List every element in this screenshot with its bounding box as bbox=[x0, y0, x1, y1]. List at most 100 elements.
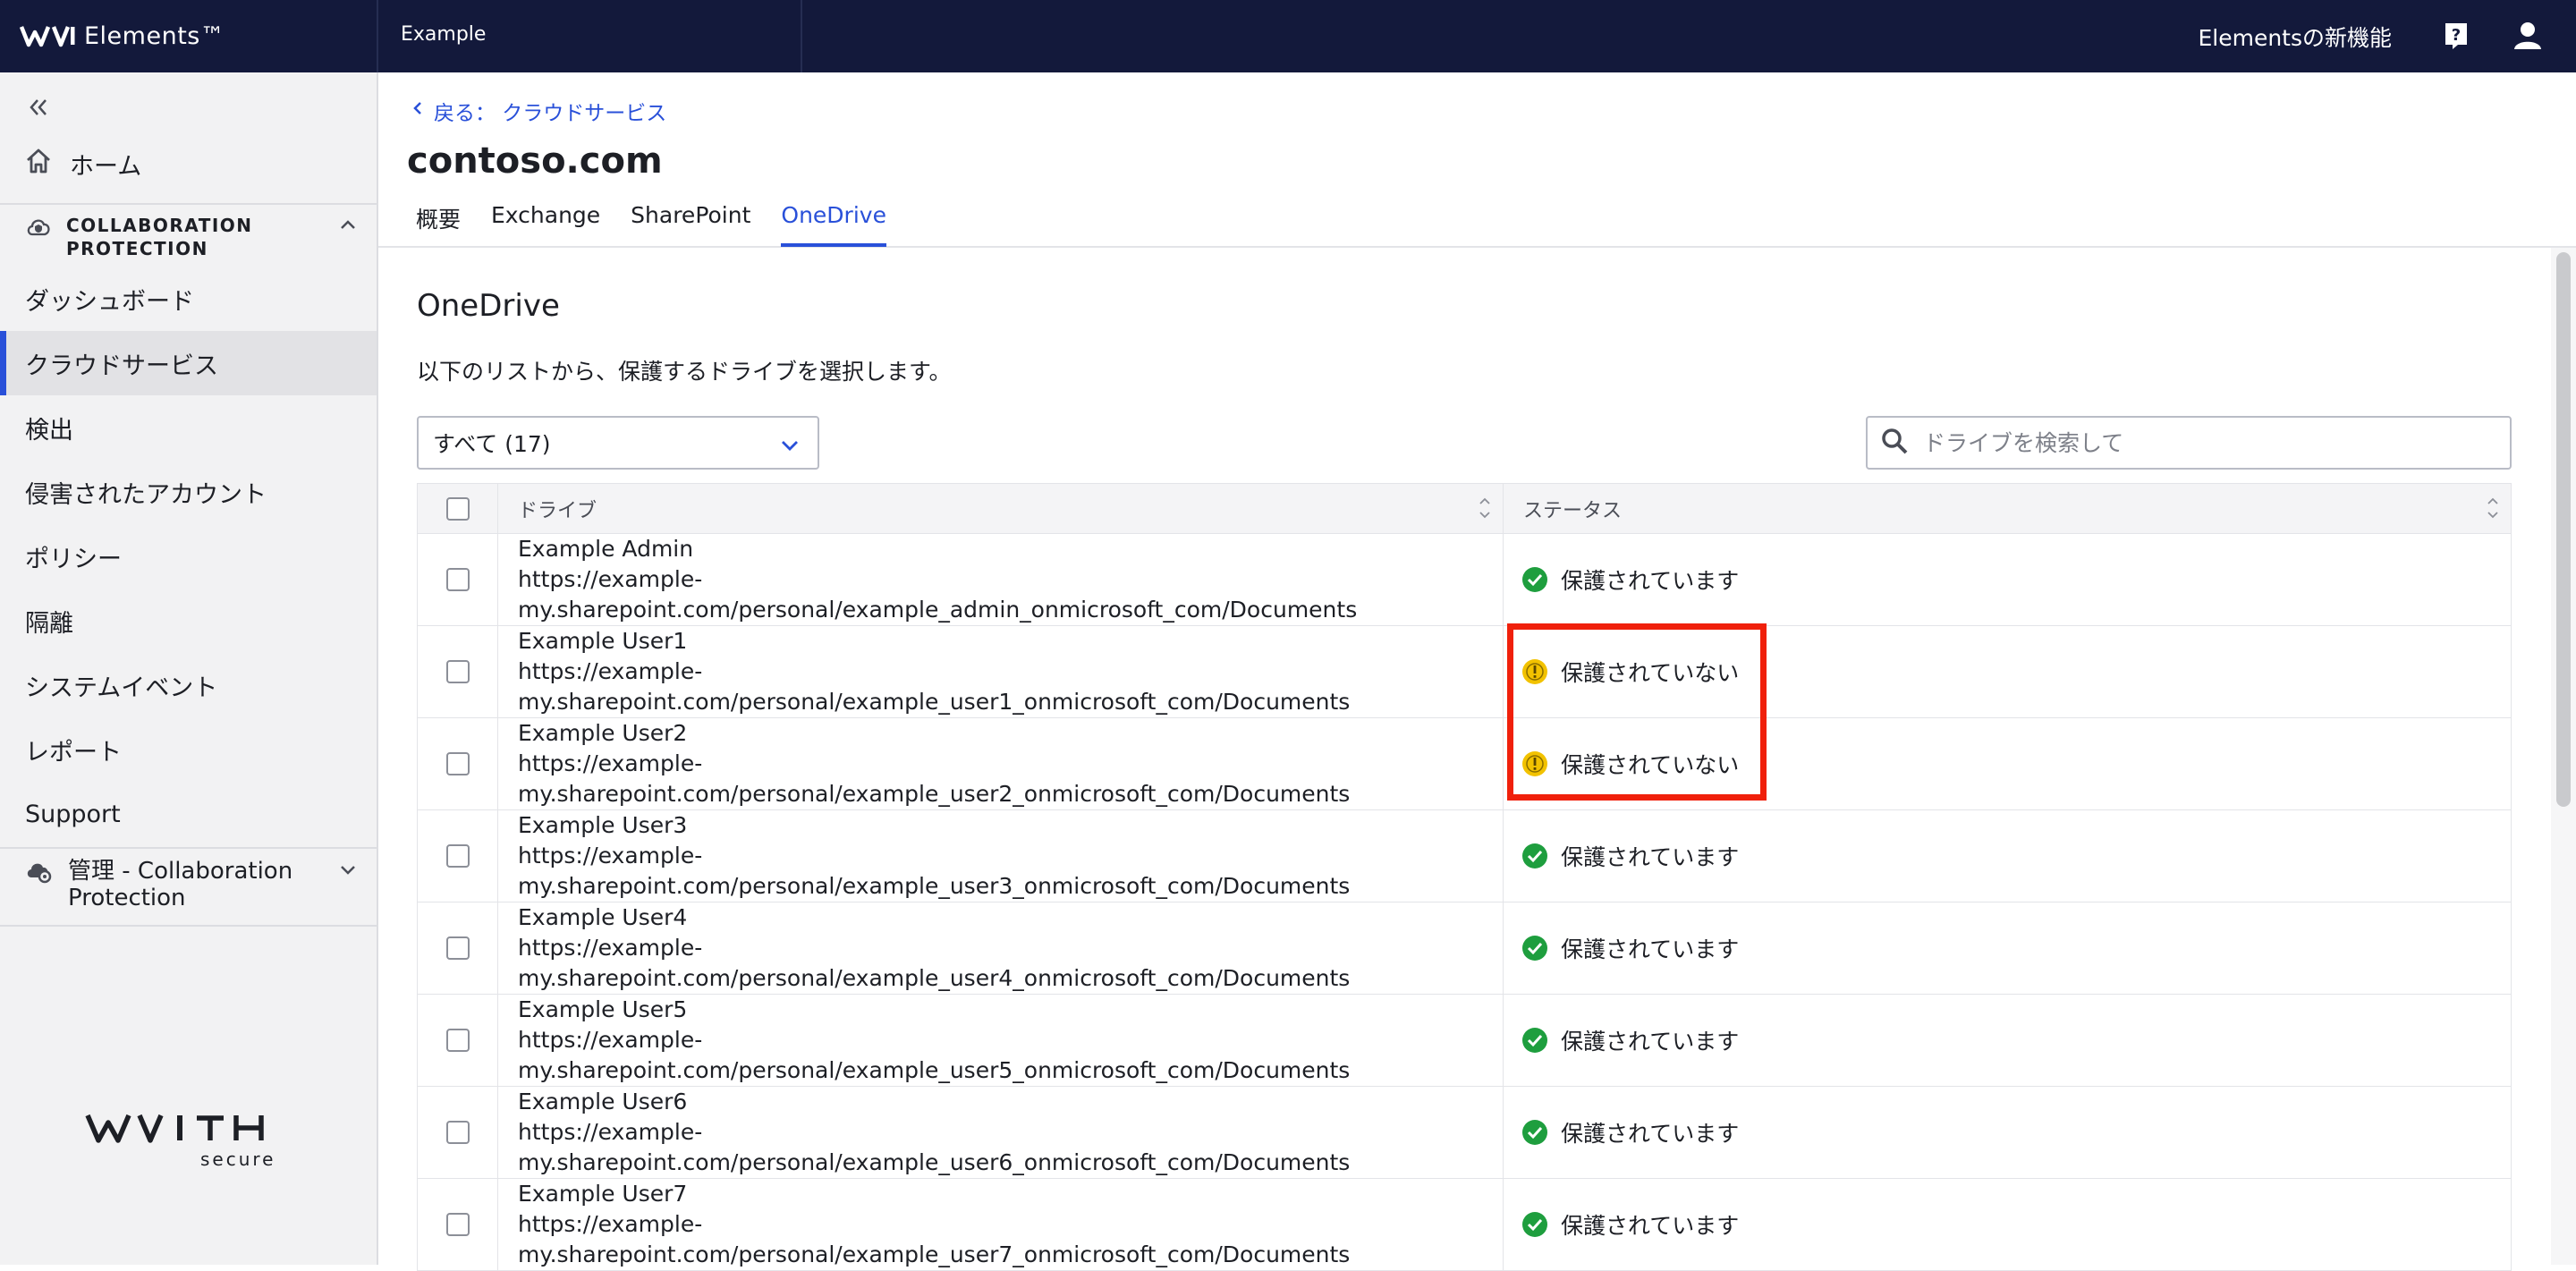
status-text: 保護されています bbox=[1561, 568, 1740, 594]
help-icon[interactable]: ? bbox=[2440, 20, 2472, 52]
drive-cell: Example Admin https://example-my.sharepo… bbox=[497, 533, 1504, 626]
table-row[interactable]: Example User3 https://example-my.sharepo… bbox=[417, 809, 2512, 902]
sidebar-item-quarantine[interactable]: 隔離 bbox=[0, 589, 377, 653]
org-name[interactable]: Example bbox=[401, 23, 486, 46]
check-circle-icon bbox=[1521, 935, 1548, 962]
row-checkbox[interactable] bbox=[445, 936, 470, 960]
admin-section[interactable]: 管理 - Collaboration Protection bbox=[25, 858, 292, 911]
drive-cell: Example User5 https://example-my.sharepo… bbox=[497, 994, 1504, 1087]
row-checkbox[interactable] bbox=[445, 752, 470, 775]
sort-icon[interactable] bbox=[1478, 495, 1492, 521]
status-cell: 保護されています bbox=[1503, 533, 2512, 626]
check-circle-icon bbox=[1521, 1119, 1548, 1146]
sidebar-item-cloud-services[interactable]: クラウドサービス bbox=[0, 331, 377, 395]
row-checkbox[interactable] bbox=[445, 1029, 470, 1052]
sort-icon[interactable] bbox=[2486, 495, 2500, 521]
drive-cell: Example User6 https://example-my.sharepo… bbox=[497, 1086, 1504, 1179]
header-drive[interactable]: ドライブ bbox=[497, 483, 1504, 534]
row-select-cell bbox=[417, 717, 498, 810]
row-checkbox[interactable] bbox=[445, 1213, 470, 1236]
check-circle-icon bbox=[1521, 1211, 1548, 1238]
sidebar-item-support[interactable]: Support bbox=[0, 782, 377, 846]
withsecure-mark-icon bbox=[20, 24, 75, 47]
drive-filter-select[interactable]: すべて (17) bbox=[417, 416, 819, 470]
topbar-divider bbox=[377, 0, 378, 72]
home-icon bbox=[25, 148, 52, 181]
drive-url: https://example-my.sharepoint.com/person… bbox=[518, 658, 1351, 715]
drive-name: Example User6 bbox=[518, 1089, 688, 1114]
tab-onedrive[interactable]: OneDrive bbox=[781, 202, 886, 247]
tab-exchange[interactable]: Exchange bbox=[491, 202, 600, 247]
chevron-down-icon[interactable] bbox=[335, 858, 360, 883]
drive-cell: Example User2 https://example-my.sharepo… bbox=[497, 717, 1504, 810]
header-status[interactable]: ステータス bbox=[1503, 483, 2512, 534]
table-row[interactable]: Example User6 https://example-my.sharepo… bbox=[417, 1086, 2512, 1179]
nav-home[interactable]: ホーム bbox=[25, 147, 141, 182]
top-bar: Elements™ Example Elementsの新機能 ? bbox=[0, 0, 2576, 72]
sidebar-item-policies[interactable]: ポリシー bbox=[0, 524, 377, 589]
table-row[interactable]: Example User2 https://example-my.sharepo… bbox=[417, 717, 2512, 810]
drive-name: Example User4 bbox=[518, 904, 688, 930]
drive-search[interactable] bbox=[1866, 416, 2512, 470]
row-select-cell bbox=[417, 994, 498, 1087]
whats-new-link[interactable]: Elementsの新機能 bbox=[2198, 21, 2392, 53]
row-checkbox[interactable] bbox=[445, 844, 470, 868]
status-cell: 保護されています bbox=[1503, 1086, 2512, 1179]
table-row[interactable]: Example User5 https://example-my.sharepo… bbox=[417, 994, 2512, 1087]
row-select-cell bbox=[417, 625, 498, 718]
brand-name: Elements™ bbox=[84, 21, 225, 50]
sidebar-item-reports[interactable]: レポート bbox=[0, 717, 377, 782]
tab-sharepoint[interactable]: SharePoint bbox=[631, 202, 750, 247]
collaboration-protection-section[interactable]: COLLABORATION PROTECTION bbox=[25, 214, 253, 260]
sidebar-item-compromised-accounts[interactable]: 侵害されたアカウント bbox=[0, 460, 377, 524]
status-text: 保護されています bbox=[1561, 936, 1740, 962]
table-row[interactable]: Example User1 https://example-my.sharepo… bbox=[417, 625, 2512, 718]
breadcrumb[interactable]: 戻る： クラウドサービス bbox=[411, 96, 666, 126]
admin-title-line2: Protection bbox=[68, 885, 186, 911]
status-cell: 保護されています bbox=[1503, 1178, 2512, 1271]
collapse-sidebar-icon[interactable] bbox=[23, 92, 54, 123]
drive-cell: Example User3 https://example-my.sharepo… bbox=[497, 809, 1504, 902]
withsecure-logo: secure bbox=[84, 1103, 299, 1196]
row-select-cell bbox=[417, 902, 498, 995]
row-checkbox[interactable] bbox=[445, 1121, 470, 1144]
tab-overview[interactable]: 概要 bbox=[416, 202, 461, 247]
header-status-label: ステータス bbox=[1523, 499, 1623, 522]
user-account-icon[interactable] bbox=[2512, 20, 2544, 52]
row-select-cell bbox=[417, 533, 498, 626]
drive-url: https://example-my.sharepoint.com/person… bbox=[518, 1027, 1351, 1083]
chevron-left-icon bbox=[411, 99, 425, 123]
sidebar-separator bbox=[0, 203, 377, 205]
sidebar-separator bbox=[0, 847, 377, 849]
sidebar-item-dashboard[interactable]: ダッシュボード bbox=[0, 267, 377, 331]
chevron-up-icon[interactable] bbox=[335, 212, 360, 237]
row-checkbox[interactable] bbox=[445, 660, 470, 683]
sidebar-item-detections[interactable]: 検出 bbox=[0, 395, 377, 460]
admin-title-line1: 管理 - Collaboration bbox=[68, 858, 293, 885]
table-row[interactable]: Example Admin https://example-my.sharepo… bbox=[417, 533, 2512, 626]
drive-name: Example User1 bbox=[518, 628, 688, 654]
status-text: 保護されています bbox=[1561, 1029, 1740, 1055]
drive-name: Example User7 bbox=[518, 1181, 688, 1207]
sidebar-item-system-events[interactable]: システムイベント bbox=[0, 653, 377, 717]
check-circle-icon bbox=[1521, 566, 1548, 593]
drive-url: https://example-my.sharepoint.com/person… bbox=[518, 750, 1351, 807]
cloud-shield-icon bbox=[25, 214, 52, 244]
scrollbar-thumb[interactable] bbox=[2556, 252, 2571, 807]
table-row[interactable]: Example User7 https://example-my.sharepo… bbox=[417, 1178, 2512, 1271]
table-row[interactable]: Example User4 https://example-my.sharepo… bbox=[417, 902, 2512, 995]
select-all-checkbox[interactable] bbox=[445, 496, 470, 521]
drive-name: Example User3 bbox=[518, 812, 688, 838]
annotation-highlight-box bbox=[1507, 623, 1767, 801]
row-checkbox[interactable] bbox=[445, 568, 470, 591]
drive-url: https://example-my.sharepoint.com/person… bbox=[518, 1119, 1351, 1175]
nav-home-label: ホーム bbox=[70, 153, 142, 181]
sidebar: ホーム COLLABORATION PROTECTION ダッシュボード クラウ… bbox=[0, 72, 378, 1265]
brand[interactable]: Elements™ bbox=[20, 18, 225, 54]
topbar-divider bbox=[801, 0, 802, 72]
admin-section-title: 管理 - Collaboration Protection bbox=[68, 858, 292, 911]
drive-url: https://example-my.sharepoint.com/person… bbox=[518, 1211, 1351, 1267]
search-icon bbox=[1880, 427, 1909, 459]
search-input[interactable] bbox=[1921, 428, 2497, 457]
breadcrumb-label: 戻る： クラウドサービス bbox=[434, 102, 667, 125]
